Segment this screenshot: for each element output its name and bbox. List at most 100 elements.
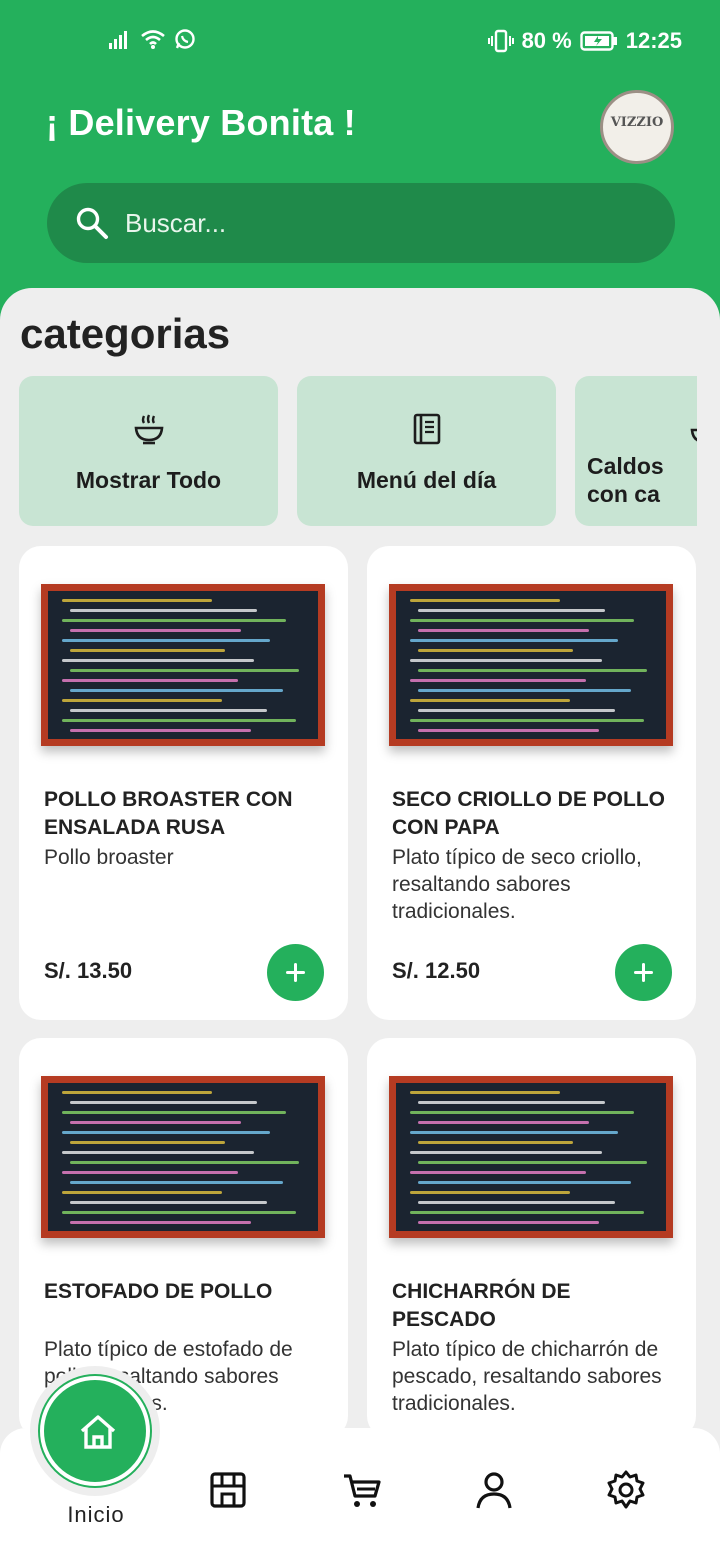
main-content[interactable]: categorias Mostrar Todo Menú del día Cal… <box>0 288 720 1428</box>
category-mostrar-todo[interactable]: Mostrar Todo <box>19 376 278 526</box>
soup-icon <box>690 428 697 442</box>
app-title: ¡ Delivery Bonita ! <box>46 102 356 143</box>
chalk-line <box>418 1121 589 1124</box>
product-description: Pollo broaster <box>44 846 174 869</box>
chalk-line <box>418 1221 599 1224</box>
chalk-line <box>70 1221 251 1224</box>
product-photo <box>389 1076 673 1238</box>
product-price: S/. 12.50 <box>392 958 481 983</box>
product-name: ESTOFADO DE POLLO <box>44 1280 273 1303</box>
categories-title: categorias <box>20 310 231 357</box>
nav-home-button[interactable] <box>40 1376 150 1486</box>
chalk-line <box>62 1111 286 1114</box>
product-name: POLLO BROASTER CON ENSALADA RUSA <box>44 788 293 839</box>
product-name: CHICHARRÓN DE PESCADO <box>392 1280 571 1331</box>
wifi-icon <box>141 30 165 49</box>
chalk-line <box>418 1181 631 1184</box>
chalk-line <box>62 619 286 622</box>
chalk-line <box>70 729 251 732</box>
chalk-line <box>410 659 602 662</box>
status-bar: 80 % 12:25 <box>0 26 720 58</box>
cart-icon[interactable] <box>342 1470 382 1510</box>
product-name: SECO CRIOLLO DE POLLO CON PAPA <box>392 788 666 839</box>
product-description: Plato típico de chicharrón de pescado, r… <box>392 1338 662 1415</box>
store-icon[interactable] <box>208 1470 248 1510</box>
clock-time: 12:25 <box>625 28 682 53</box>
chalk-line <box>418 1161 647 1164</box>
product-description: Plato típico de seco criollo, resaltando… <box>392 846 642 923</box>
product-card[interactable]: ESTOFADO DE POLLO Plato típico de estofa… <box>19 1038 348 1428</box>
home-icon <box>80 1415 116 1449</box>
chalk-line <box>70 629 241 632</box>
chalk-line <box>62 639 270 642</box>
user-icon[interactable] <box>474 1470 514 1510</box>
product-card[interactable]: SECO CRIOLLO DE POLLO CON PAPA Plato típ… <box>367 546 696 1020</box>
chalk-line <box>70 1101 257 1104</box>
chalk-line <box>410 1191 570 1194</box>
product-card[interactable]: POLLO BROASTER CON ENSALADA RUSA Pollo b… <box>19 546 348 1020</box>
chalk-line <box>70 669 299 672</box>
product-photo <box>41 584 325 746</box>
chalk-line <box>62 659 254 662</box>
chalk-line <box>418 649 573 652</box>
product-card[interactable]: CHICHARRÓN DE PESCADO Plato típico de ch… <box>367 1038 696 1428</box>
chalk-line <box>418 729 599 732</box>
chalk-line <box>62 1191 222 1194</box>
chalk-line <box>62 679 238 682</box>
chalk-line <box>410 599 560 602</box>
chalk-line <box>418 629 589 632</box>
category-label: Caldos con ca <box>587 453 664 507</box>
avatar[interactable]: VIZZIO <box>600 90 674 164</box>
chalk-line <box>62 1211 296 1214</box>
chalk-line <box>418 609 605 612</box>
chalk-line <box>410 719 644 722</box>
chalk-line <box>70 1181 283 1184</box>
chalk-line <box>70 1161 299 1164</box>
search-icon <box>76 207 108 239</box>
chalk-line <box>418 1101 605 1104</box>
add-to-cart-button[interactable] <box>615 944 672 1001</box>
chalk-line <box>70 1121 241 1124</box>
chalk-line <box>410 679 586 682</box>
chalk-line <box>70 609 257 612</box>
chalk-line <box>410 1091 560 1094</box>
chalk-line <box>418 1141 573 1144</box>
battery-charging-icon <box>580 31 617 51</box>
product-photo <box>41 1076 325 1238</box>
chalk-line <box>410 1131 618 1134</box>
add-to-cart-button[interactable] <box>267 944 324 1001</box>
battery-percent: 80 % <box>521 28 572 53</box>
chalk-line <box>62 1151 254 1154</box>
whatsapp-icon <box>175 29 195 49</box>
menu-book-icon <box>413 413 440 445</box>
chalk-line <box>418 689 631 692</box>
bowl-icon <box>134 414 163 445</box>
categories-list[interactable]: Mostrar Todo Menú del día Caldos con ca <box>19 376 697 528</box>
chalk-line <box>410 1171 586 1174</box>
search-bar[interactable]: Buscar... <box>47 183 675 263</box>
chalk-line <box>410 639 618 642</box>
chalk-line <box>418 1201 615 1204</box>
product-photo <box>389 584 673 746</box>
category-label: Menú del día <box>356 467 497 493</box>
category-menu-del-dia[interactable]: Menú del día <box>297 376 556 526</box>
status-right: 80 % 12:25 <box>487 28 682 54</box>
chalk-line <box>410 1151 602 1154</box>
chalk-line <box>410 1111 634 1114</box>
chalk-line <box>62 699 222 702</box>
chalk-line <box>70 689 283 692</box>
nav-home-label[interactable]: Inicio <box>40 1502 152 1528</box>
category-label: Mostrar Todo <box>75 467 222 493</box>
product-price: S/. 13.50 <box>44 958 133 983</box>
signal-icon <box>109 31 127 49</box>
chalk-line <box>62 719 296 722</box>
chalk-line <box>418 709 615 712</box>
chalk-line <box>62 1131 270 1134</box>
chalk-line <box>410 619 634 622</box>
settings-icon[interactable] <box>606 1470 646 1510</box>
chalk-line <box>70 1201 267 1204</box>
chalk-line <box>62 1171 238 1174</box>
search-input[interactable]: Buscar... <box>125 208 226 239</box>
category-caldos[interactable]: Caldos con ca <box>575 376 697 526</box>
chalk-line <box>62 599 212 602</box>
